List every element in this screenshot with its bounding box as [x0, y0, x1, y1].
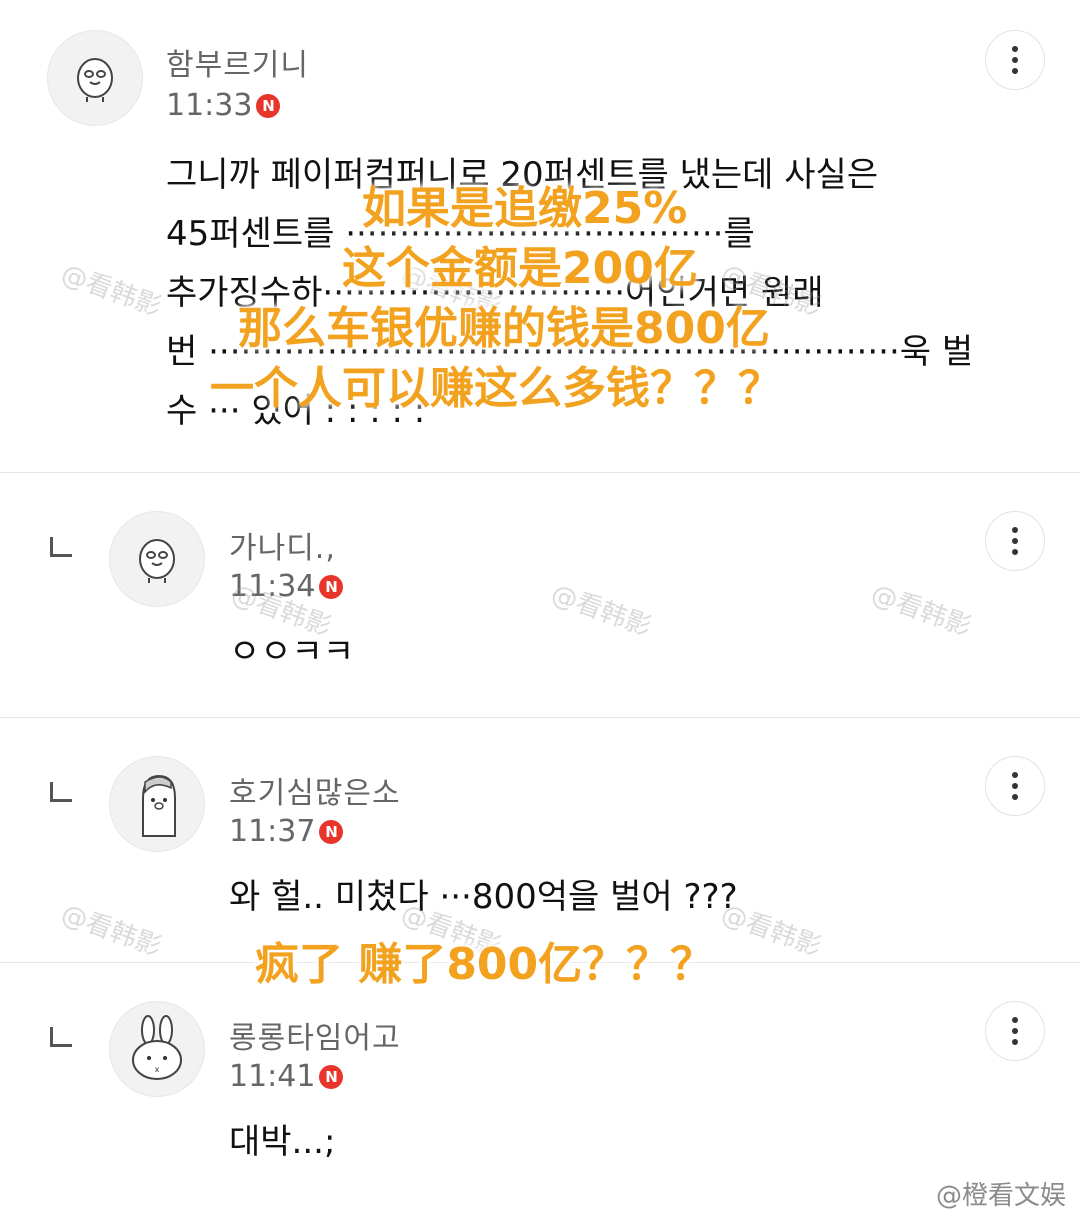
new-badge-icon: N [319, 819, 344, 844]
avatar-duck[interactable] [109, 511, 205, 607]
comment-time: 11:33 N [166, 88, 281, 123]
comment-username[interactable]: 함부르기니 [166, 40, 309, 84]
overlay-caption-line: 一个人可以赚这么多钱？？？ [210, 363, 782, 414]
reply-comment-3: x 롱롱타임어고 11:41 N 대박...; [0, 963, 1080, 1218]
more-vertical-icon-dot [1012, 783, 1018, 789]
time-text: 11:41 [229, 1059, 316, 1094]
more-vertical-icon-dot [1012, 527, 1018, 533]
reply-arrow-icon [50, 537, 72, 557]
reply-arrow-icon [50, 782, 72, 802]
duck-avatar-icon [77, 58, 113, 102]
reply-arrow-icon [50, 1027, 72, 1047]
rabbit-avatar-icon: x [132, 1015, 182, 1080]
new-badge-icon: N [319, 574, 344, 599]
comment-text: 와 헐.. 미쳤다 ···800억을 벌어 ??? [229, 877, 738, 917]
more-vertical-icon-dot [1012, 1039, 1018, 1045]
more-options-button[interactable] [985, 756, 1045, 816]
time-text: 11:33 [166, 88, 253, 123]
time-text: 11:37 [229, 814, 316, 849]
avatar-penguin[interactable] [109, 756, 205, 852]
more-vertical-icon-dot [1012, 57, 1018, 63]
more-vertical-icon-dot [1012, 68, 1018, 74]
new-badge-icon: N [319, 1064, 344, 1089]
more-vertical-icon-dot [1012, 549, 1018, 555]
more-vertical-icon-dot [1012, 794, 1018, 800]
more-vertical-icon-dot [1012, 772, 1018, 778]
overlay-caption-line: 那么车银优赚的钱是800亿 [238, 303, 770, 354]
overlay-caption-line: 如果是追缴25% [362, 183, 688, 234]
reply-comment-2: 호기심많은소 11:37 N 와 헐.. 미쳤다 ···800억을 벌어 ??? [0, 718, 1080, 962]
comment-username[interactable]: 가나디., [229, 523, 336, 567]
comment-time: 11:41 N [229, 1059, 344, 1094]
footer-watermark: @橙看文娱 [935, 1181, 1066, 1211]
new-badge-icon: N [256, 93, 281, 118]
avatar-duck[interactable] [47, 30, 143, 126]
svg-text:x: x [155, 1065, 160, 1074]
penguin-avatar-icon [142, 774, 176, 837]
comment-username[interactable]: 호기심많은소 [229, 768, 401, 812]
comment-text: 대박...; [229, 1122, 336, 1162]
more-vertical-icon-dot [1012, 1017, 1018, 1023]
more-options-button[interactable] [985, 511, 1045, 571]
more-options-button[interactable] [985, 1001, 1045, 1061]
more-options-button[interactable] [985, 30, 1045, 90]
comment-time: 11:37 N [229, 814, 344, 849]
overlay-caption-2: 疯了 赚了800亿？？？ [255, 939, 715, 990]
more-vertical-icon-dot [1012, 46, 1018, 52]
more-vertical-icon-dot [1012, 1028, 1018, 1034]
more-vertical-icon-dot [1012, 538, 1018, 544]
overlay-caption-line: 这个金额是200亿 [342, 243, 698, 294]
duck-avatar-icon [139, 539, 175, 583]
comment-username[interactable]: 롱롱타임어고 [229, 1013, 401, 1057]
avatar-rabbit[interactable]: x [109, 1001, 205, 1097]
